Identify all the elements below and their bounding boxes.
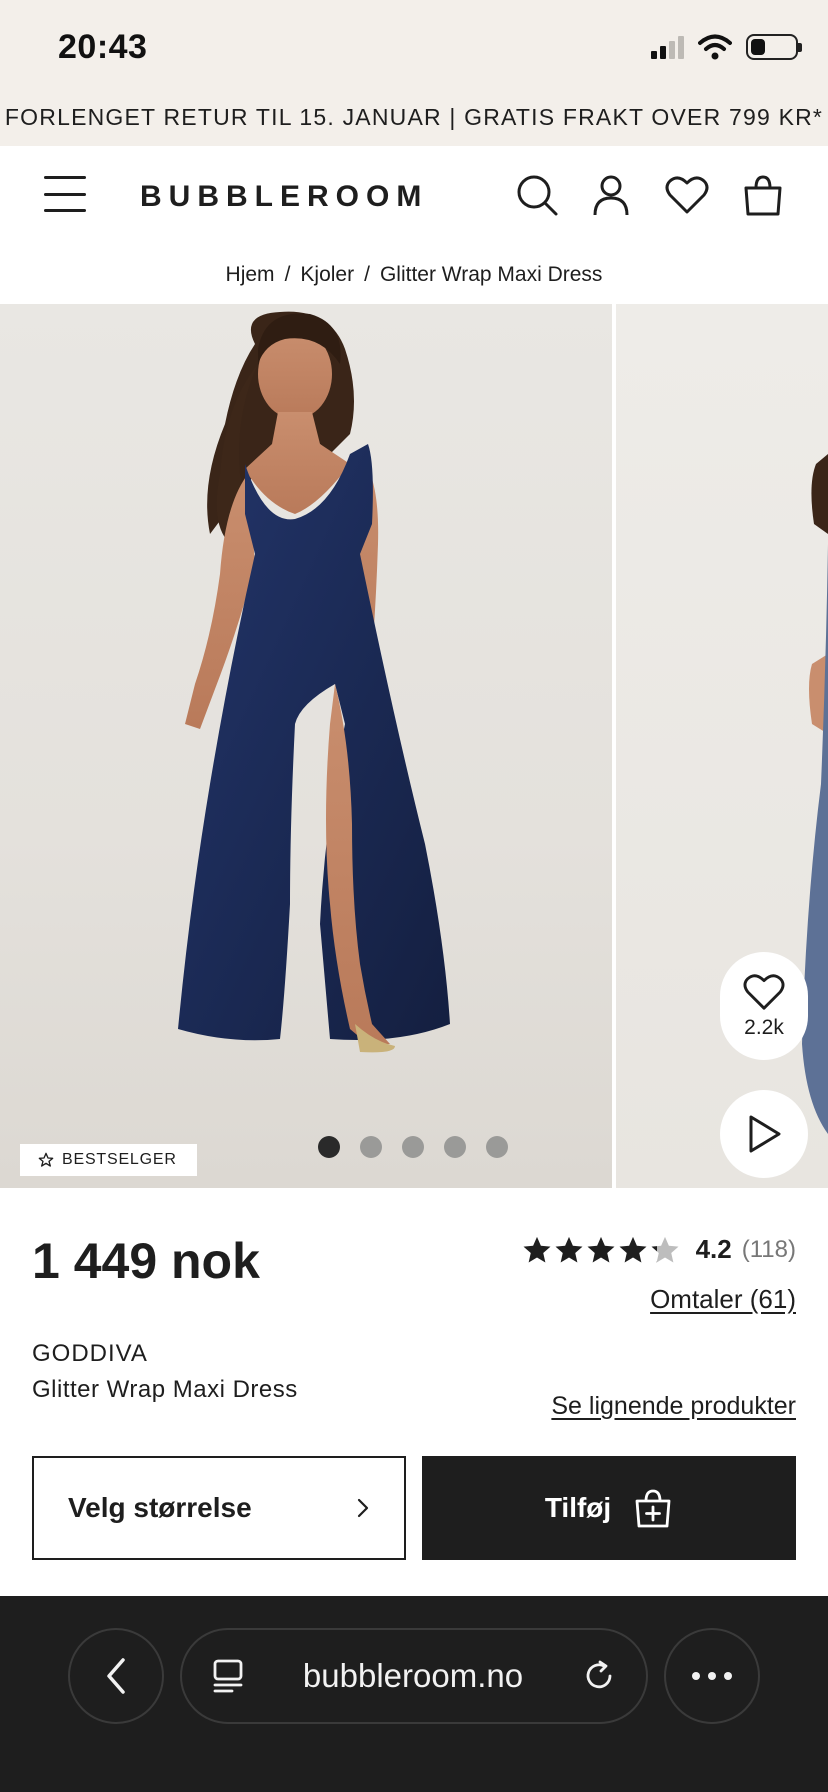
rating-star-icon — [619, 1236, 647, 1262]
add-bag-icon — [635, 1489, 671, 1528]
product-gallery[interactable]: BESTSELGER 2.2k — [0, 304, 828, 1188]
more-dots-icon — [692, 1672, 732, 1680]
reviews-link[interactable]: Omtaler (61) — [650, 1284, 796, 1315]
browser-url-text: bubbleroom.no — [302, 1657, 524, 1694]
search-icon[interactable] — [514, 172, 560, 218]
model-photo-partial — [802, 454, 828, 1134]
rating-count: (118) — [741, 1235, 796, 1263]
gallery-dot[interactable] — [360, 1136, 382, 1158]
bestseller-badge: BESTSELGER — [20, 1144, 197, 1176]
breadcrumb: Hjem / Kjoler / Glitter Wrap Maxi Dress — [0, 246, 828, 304]
rating-star-icon — [651, 1236, 679, 1262]
rating-star-icon — [555, 1236, 583, 1262]
play-icon — [749, 1115, 781, 1153]
select-size-label: Velg størrelse — [68, 1492, 252, 1523]
rating-stars — [522, 1235, 680, 1265]
star-outline-icon — [38, 1152, 54, 1167]
model-photo — [178, 311, 450, 1053]
menu-icon[interactable] — [44, 176, 86, 212]
rating-value: 4.2 — [695, 1234, 732, 1264]
browser-toolbar: bubbleroom.no — [0, 1596, 828, 1792]
chevron-right-icon — [357, 1498, 369, 1518]
product-image-next[interactable] — [616, 304, 828, 1188]
wifi-icon — [698, 34, 732, 60]
promo-text: FORLENGET RETUR TIL 15. JANUAR | GRATIS … — [4, 103, 824, 130]
badge-label: BESTSELGER — [62, 1151, 177, 1168]
similar-products-link[interactable]: Se lignende produkter — [551, 1392, 796, 1421]
favorite-button[interactable]: 2.2k — [720, 952, 808, 1060]
account-icon[interactable] — [588, 172, 634, 218]
cellular-signal-icon — [651, 35, 684, 59]
rating-star-icon — [523, 1236, 551, 1262]
breadcrumb-dresses[interactable]: Kjoler — [300, 263, 354, 287]
chevron-left-icon — [107, 1658, 125, 1694]
status-icons — [651, 34, 802, 60]
rating-star-icon — [587, 1236, 615, 1262]
add-to-cart-button[interactable]: Tilføj — [422, 1456, 796, 1560]
tab-overview-icon[interactable] — [212, 1658, 244, 1694]
browser-more-button[interactable] — [664, 1628, 760, 1724]
site-logo[interactable]: BUBBLEROOM — [140, 180, 428, 214]
battery-icon — [746, 34, 802, 60]
browser-url-bar[interactable]: bubbleroom.no — [180, 1628, 648, 1724]
gallery-dot[interactable] — [486, 1136, 508, 1158]
favorites-count: 2.2k — [744, 1016, 784, 1039]
breadcrumb-separator: / — [284, 263, 291, 286]
product-rating[interactable]: 4.2 (118) — [522, 1234, 796, 1265]
browser-back-button[interactable] — [68, 1628, 164, 1724]
status-time: 20:43 — [58, 28, 148, 66]
bag-icon[interactable] — [740, 172, 786, 218]
wishlist-icon[interactable] — [664, 172, 710, 218]
breadcrumb-separator: / — [364, 263, 370, 286]
status-bar: 20:43 — [0, 0, 828, 88]
site-header: BUBBLEROOM — [0, 146, 828, 246]
product-image-main[interactable]: BESTSELGER — [0, 304, 612, 1188]
product-price: 1 449 nok — [32, 1233, 260, 1289]
add-to-cart-label: Tilføj — [544, 1492, 612, 1523]
gallery-dot[interactable] — [402, 1136, 424, 1158]
select-size-button[interactable]: Velg størrelse — [32, 1456, 406, 1560]
heart-icon — [743, 974, 785, 1010]
play-video-button[interactable] — [720, 1090, 808, 1178]
gallery-dot[interactable] — [318, 1136, 340, 1158]
product-brand[interactable]: GODDIVA — [32, 1340, 148, 1368]
reload-icon[interactable] — [582, 1659, 616, 1693]
gallery-pagination — [318, 1136, 508, 1158]
promo-banner[interactable]: FORLENGET RETUR TIL 15. JANUAR | GRATIS … — [0, 88, 828, 146]
breadcrumb-home[interactable]: Hjem — [226, 263, 275, 287]
gallery-dot[interactable] — [444, 1136, 466, 1158]
product-name: Glitter Wrap Maxi Dress — [32, 1376, 298, 1403]
breadcrumb-current: Glitter Wrap Maxi Dress — [379, 263, 603, 286]
